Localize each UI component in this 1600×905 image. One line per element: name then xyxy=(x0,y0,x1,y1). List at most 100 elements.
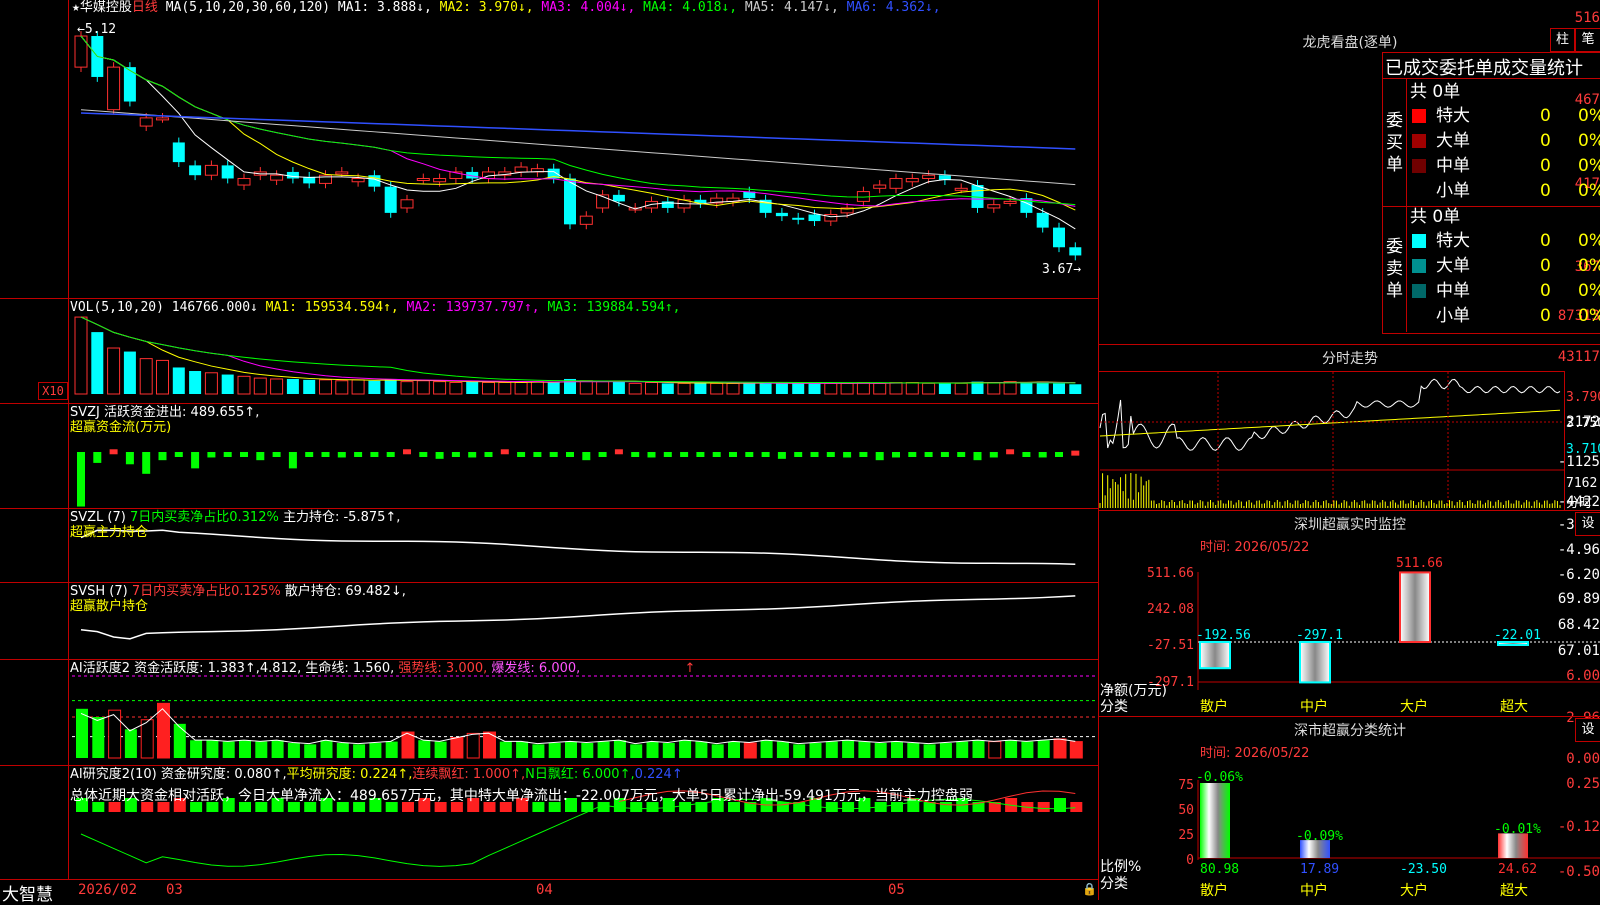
ai-research-y-label: -0.50 xyxy=(1557,864,1600,880)
svzj-bar xyxy=(712,452,721,457)
monitor-settings-button[interactable]: 设 xyxy=(1575,512,1600,536)
high-marker: ←5.12 xyxy=(77,22,117,37)
buy-color-swatch xyxy=(1412,159,1426,173)
ai-active-bar xyxy=(646,741,659,758)
volume-bar xyxy=(954,382,968,395)
candle xyxy=(1053,227,1065,248)
svzj-bar xyxy=(191,452,200,469)
sell-row-name: 中单 xyxy=(1436,281,1470,301)
ai-active-bar xyxy=(1053,738,1067,759)
svzj-bar xyxy=(598,452,607,457)
volume-bar xyxy=(74,316,88,395)
candle xyxy=(905,177,919,183)
volume-bar xyxy=(270,378,284,395)
ai-active-bar xyxy=(320,740,333,758)
svsh-sub: 超赢散户持仓 xyxy=(70,599,149,614)
y-axis-divider xyxy=(68,0,69,880)
ai-active-bar xyxy=(255,741,268,758)
buy-row-name: 大单 xyxy=(1436,131,1470,151)
ai-active-bar xyxy=(1069,741,1083,759)
panel-divider xyxy=(1098,344,1600,345)
volume-bar xyxy=(221,374,234,394)
intraday-vol-label: 7162 xyxy=(1566,476,1598,491)
vol-panel-header: VOL(5,10,20) 146766.000↓ MA1: 159534.594… xyxy=(70,300,681,316)
bar-mode-button[interactable]: 柱 xyxy=(1550,28,1575,52)
ai-active-bar xyxy=(776,741,789,758)
ai-active-bar xyxy=(939,742,952,758)
ai-active-bar xyxy=(369,742,382,758)
monitor-y-label: 242.08 xyxy=(1147,602,1194,617)
volume-bar xyxy=(873,382,887,395)
monitor-category: 超大 xyxy=(1500,699,1528,715)
candle xyxy=(416,177,430,181)
vol-unit-badge[interactable]: X10 xyxy=(38,382,68,400)
classify-pct-label: -0.06% xyxy=(1196,770,1243,785)
ma-legend-item-2: MA2: 3.970↓, xyxy=(431,0,534,15)
vol-ma-legend-item-1: MA1: 159534.594↑, xyxy=(257,300,399,315)
ai-active-bar xyxy=(287,742,300,758)
svzj-bar xyxy=(989,452,998,458)
pen-mode-button[interactable]: 笔 xyxy=(1575,28,1600,52)
svzj-bar xyxy=(174,452,183,457)
ma-legend-item-5: MA5: 4.147↓, xyxy=(737,0,839,15)
ma2-line xyxy=(80,35,1076,211)
classify-settings-button[interactable]: 设 xyxy=(1575,718,1600,742)
volume-bar xyxy=(139,358,153,395)
ai-active-bar xyxy=(809,742,822,758)
ai-summary-text: 总体近期大资金相对活跃，今日大单净流入：489.657万元，其中特大单净流出：-… xyxy=(70,788,973,804)
candle xyxy=(270,174,284,181)
svzj-bar xyxy=(631,452,640,457)
vol-ma3-line xyxy=(80,316,1076,384)
volume-bar xyxy=(987,382,1001,395)
candle xyxy=(792,217,805,220)
classify-category: 大户 xyxy=(1400,883,1428,899)
volume-bar xyxy=(677,382,691,395)
volume-bar xyxy=(368,380,381,394)
sell-row-pct: 0% xyxy=(1578,306,1600,326)
svzj-bar xyxy=(696,452,705,457)
ma-legend: MA1: 3.888↓, MA2: 3.970↓, MA3: 4.004↓, M… xyxy=(338,0,941,15)
volume-bar xyxy=(579,380,593,395)
sell-row-name: 特大 xyxy=(1436,231,1470,251)
buy-row-pct: 0% xyxy=(1578,181,1600,201)
candle xyxy=(107,66,121,111)
svzj-value: 活跃资金进出: 489.655↑, xyxy=(104,405,260,420)
strong-line-value: 强势线: 3.000, xyxy=(398,661,488,676)
volume-bar xyxy=(172,367,185,394)
volume-bar xyxy=(482,382,495,395)
period-label[interactable]: 日线 xyxy=(132,0,158,15)
ma-params: MA(5,10,20,30,60,120) xyxy=(165,0,331,15)
intraday-chart-frame[interactable] xyxy=(1098,371,1565,511)
svzj-bar xyxy=(370,452,379,457)
monitor-bar xyxy=(1399,571,1431,643)
svsh-header: SVSH (7) 7日内买卖净占比0.125% 散户持仓: 69.482↓, xyxy=(70,584,406,600)
stock-name[interactable]: 华媒控股 xyxy=(80,0,132,15)
volume-bar xyxy=(759,382,772,394)
monitor-cat-label: 分类 xyxy=(1100,699,1128,715)
star-icon[interactable]: ★ xyxy=(72,0,80,15)
svzj-bar xyxy=(973,452,982,461)
svzj-bar xyxy=(158,452,167,461)
svzj-bar xyxy=(826,452,835,457)
ai-active-title: AI活跃度2 xyxy=(70,661,130,676)
sell-row-pct: 0% xyxy=(1578,231,1600,251)
ai-research-value: 资金研究度: 0.080↑, xyxy=(160,767,287,782)
ai-active-bar xyxy=(679,740,692,758)
volume-bar xyxy=(824,382,838,395)
svzl-pct: 7日内买卖净占比0.312% xyxy=(129,510,279,525)
classify-category: 散户 xyxy=(1200,883,1228,899)
volume-bar xyxy=(840,382,854,395)
volume-bar xyxy=(466,381,479,394)
panel-divider xyxy=(0,508,1098,509)
lock-icon[interactable]: 🔒 xyxy=(1082,882,1097,896)
divider xyxy=(1382,78,1600,79)
brand-logo[interactable]: 大智慧 xyxy=(2,880,53,905)
candle xyxy=(156,117,169,121)
ai-active-bar xyxy=(271,740,284,758)
svzj-bar xyxy=(647,452,656,458)
volume-bar xyxy=(156,359,169,395)
candle xyxy=(564,178,576,225)
sell-row-count: 0 xyxy=(1540,256,1551,276)
svzj-bar xyxy=(403,449,411,455)
volume-bar xyxy=(123,351,136,394)
